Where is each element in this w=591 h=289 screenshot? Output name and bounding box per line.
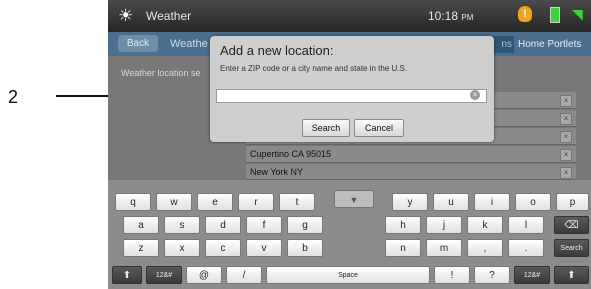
- location-row[interactable]: Cupertino CA 95015 ×: [246, 146, 576, 163]
- clock-ampm: PM: [461, 13, 474, 22]
- key-l[interactable]: l: [508, 216, 544, 234]
- location-name: Cupertino CA 95015: [250, 149, 332, 159]
- key-o[interactable]: o: [515, 193, 551, 211]
- backspace-key[interactable]: ⌫: [554, 216, 589, 234]
- key-z[interactable]: z: [123, 239, 159, 257]
- alert-icon[interactable]: !: [518, 6, 532, 22]
- key-p[interactable]: p: [556, 193, 589, 211]
- shift-key-right[interactable]: ⬆: [554, 266, 589, 284]
- key-a[interactable]: a: [123, 216, 159, 234]
- settings-label: Weather location se: [121, 68, 201, 78]
- dialog-subtitle: Enter a ZIP code or a city name and stat…: [220, 64, 408, 73]
- location-row[interactable]: New York NY ×: [246, 164, 576, 180]
- key-at[interactable]: @: [186, 266, 222, 284]
- nav-weather-title: Weathe: [170, 38, 208, 50]
- delete-location-icon[interactable]: ×: [560, 149, 572, 161]
- key-x[interactable]: x: [164, 239, 200, 257]
- delete-location-icon[interactable]: ×: [560, 167, 572, 179]
- delete-location-icon[interactable]: ×: [560, 131, 572, 143]
- shift-key[interactable]: ⬆: [112, 266, 142, 284]
- numbers-symbols-key-right[interactable]: 12&#: [514, 266, 550, 284]
- key-u[interactable]: u: [433, 193, 469, 211]
- search-button[interactable]: Search: [302, 119, 350, 137]
- key-g[interactable]: g: [287, 216, 323, 234]
- clock-time: 10:18: [428, 9, 459, 23]
- app-title: Weather: [146, 9, 192, 23]
- battery-icon: [550, 7, 560, 23]
- status-bar: ☀ Weather 10:18 PM ! ◥: [108, 0, 591, 32]
- clear-input-icon[interactable]: ×: [470, 90, 480, 100]
- key-w[interactable]: w: [156, 193, 192, 211]
- key-t[interactable]: t: [279, 193, 315, 211]
- key-h[interactable]: h: [385, 216, 421, 234]
- key-b[interactable]: b: [287, 239, 323, 257]
- delete-location-icon[interactable]: ×: [560, 113, 572, 125]
- location-input[interactable]: [216, 89, 487, 103]
- hide-keyboard-icon: ▼: [349, 195, 359, 205]
- key-y[interactable]: y: [392, 193, 428, 211]
- key-exclamation[interactable]: !: [434, 266, 470, 284]
- key-slash[interactable]: /: [226, 266, 262, 284]
- key-q[interactable]: q: [115, 193, 151, 211]
- shift-icon: ⬆: [122, 270, 132, 281]
- key-v[interactable]: v: [246, 239, 282, 257]
- key-f[interactable]: f: [246, 216, 282, 234]
- location-name: New York NY: [250, 167, 304, 177]
- key-m[interactable]: m: [426, 239, 462, 257]
- back-button[interactable]: Back: [118, 35, 158, 52]
- key-s[interactable]: s: [164, 216, 200, 234]
- search-key[interactable]: Search: [554, 239, 589, 257]
- key-comma[interactable]: ,: [467, 239, 503, 257]
- delete-location-icon[interactable]: ×: [560, 95, 572, 107]
- callout-number: 2: [8, 87, 19, 107]
- key-question[interactable]: ?: [474, 266, 510, 284]
- key-r[interactable]: r: [238, 193, 274, 211]
- backspace-icon: ⌫: [564, 220, 579, 231]
- cancel-button[interactable]: Cancel: [354, 119, 404, 137]
- home-portlets-link[interactable]: Home Portlets: [518, 39, 581, 50]
- key-i[interactable]: i: [474, 193, 510, 211]
- key-e[interactable]: e: [197, 193, 233, 211]
- device-screen: ☀ Weather 10:18 PM ! ◥ Back Weathe n s Ho…: [108, 0, 591, 289]
- onscreen-keyboard: q w e r t ▼ y u i o p a s d f g h j k l …: [108, 180, 591, 289]
- dialog-title: Add a new location:: [220, 43, 334, 58]
- hide-keyboard-key[interactable]: ▼: [334, 190, 374, 208]
- key-n[interactable]: n: [385, 239, 421, 257]
- add-location-dialog: Add a new location: Enter a ZIP code or …: [210, 36, 494, 142]
- shift-icon: ⬆: [567, 270, 576, 281]
- key-k[interactable]: k: [467, 216, 503, 234]
- key-c[interactable]: c: [205, 239, 241, 257]
- key-period[interactable]: .: [508, 239, 544, 257]
- key-j[interactable]: j: [426, 216, 462, 234]
- weather-app-icon: ☀: [118, 6, 134, 25]
- wifi-icon: ◥: [572, 6, 583, 22]
- key-d[interactable]: d: [205, 216, 241, 234]
- space-key[interactable]: Space: [266, 266, 430, 284]
- clock: 10:18 PM: [428, 9, 473, 23]
- numbers-symbols-key[interactable]: 12&#: [146, 266, 182, 284]
